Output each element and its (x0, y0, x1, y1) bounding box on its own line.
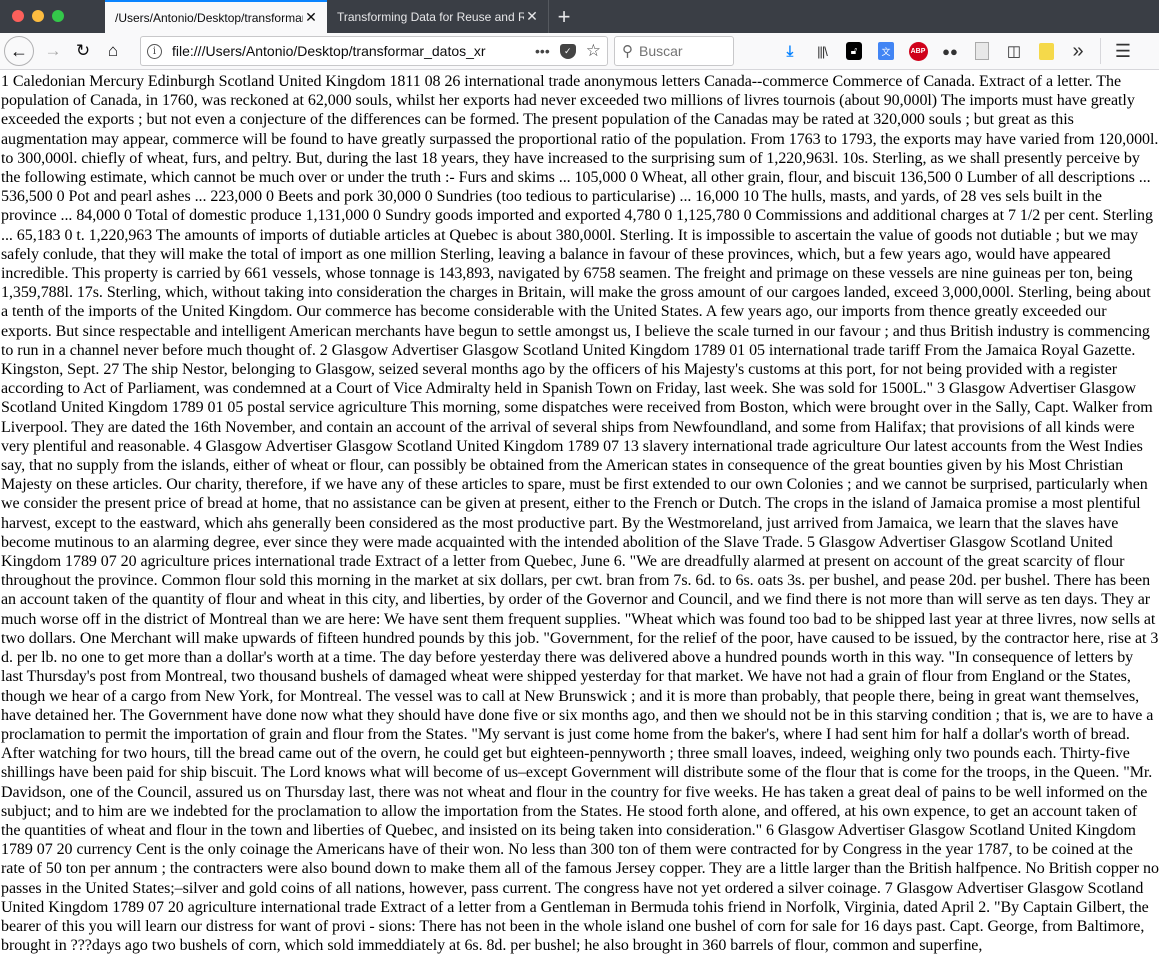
private-mask-icon[interactable]: ●● (934, 36, 966, 66)
menu-icon[interactable]: ☰ (1107, 36, 1139, 66)
search-input[interactable]: Buscar (639, 43, 683, 59)
adblock-plus-button[interactable]: ABP (902, 36, 934, 66)
download-icon[interactable]: ⤓ (774, 36, 806, 66)
adblock-plus-icon: ABP (908, 41, 928, 61)
translate-icon: 文 (878, 42, 894, 60)
back-arrow-icon: ← (10, 40, 28, 61)
overflow-chevron-icon[interactable]: » (1062, 36, 1094, 66)
navigation-toolbar: ← → ↻ ⌂ i file:///Users/Antonio/Desktop/… (0, 33, 1159, 70)
document-button[interactable] (966, 36, 998, 66)
document-text: 1 Caledonian Mercury Edinburgh Scotland … (1, 73, 1159, 955)
reload-button[interactable]: ↻ (68, 36, 98, 66)
forward-button[interactable]: → (38, 36, 68, 66)
page-actions-menu-icon[interactable]: ••• (535, 43, 550, 59)
reload-icon: ↻ (75, 41, 91, 60)
translate-button[interactable]: 文 (870, 36, 902, 66)
bookmark-star-icon[interactable]: ☆ (586, 41, 601, 61)
tab-title: /Users/Antonio/Desktop/transformar (115, 10, 303, 25)
tab-local-file[interactable]: /Users/Antonio/Desktop/transformar ✕ (105, 0, 327, 33)
lock-extension-icon: 🔓︎ (846, 42, 862, 60)
tab-strip: /Users/Antonio/Desktop/transformar ✕ Tra… (105, 0, 579, 33)
toolbar-icons: ⤓ |||\ 🔓︎ 文 ABP ●● ◫ » ☰ (774, 36, 1139, 66)
home-button[interactable]: ⌂ (98, 36, 128, 66)
pocket-icon[interactable]: ✓ (559, 43, 576, 59)
back-button[interactable]: ← (4, 36, 34, 66)
toolbar-separator (1100, 38, 1101, 64)
new-tab-button[interactable]: + (549, 0, 579, 33)
url-bar[interactable]: i file:///Users/Antonio/Desktop/transfor… (140, 36, 608, 66)
search-bar[interactable]: ⚲ Buscar (614, 36, 734, 66)
library-icon[interactable]: |||\ (806, 36, 838, 66)
sidebar-icon[interactable]: ◫ (998, 36, 1030, 66)
info-icon[interactable]: i (147, 43, 162, 59)
minimize-window-button[interactable] (32, 10, 44, 22)
sticky-note-button[interactable] (1030, 36, 1062, 66)
tab-title: Transforming Data for Reuse and Re (337, 9, 524, 24)
close-tab-icon[interactable]: ✕ (303, 9, 319, 26)
document-body: 1 Caledonian Mercury Edinburgh Scotland … (0, 70, 1159, 955)
search-icon: ⚲ (622, 43, 633, 60)
sticky-note-icon (1038, 42, 1054, 60)
lock-extension-button[interactable]: 🔓︎ (838, 36, 870, 66)
tab-transforming-data[interactable]: Transforming Data for Reuse and Re ✕ (327, 0, 549, 33)
forward-arrow-icon: → (44, 41, 62, 60)
home-icon: ⌂ (107, 41, 119, 60)
close-window-button[interactable] (12, 10, 24, 22)
url-input[interactable]: file:///Users/Antonio/Desktop/transforma… (172, 43, 535, 59)
title-bar: /Users/Antonio/Desktop/transformar ✕ Tra… (0, 0, 1159, 33)
page-actions: ••• ✓ ☆ (535, 41, 601, 61)
close-tab-icon[interactable]: ✕ (524, 8, 540, 25)
window-controls (12, 10, 64, 22)
maximize-window-button[interactable] (52, 10, 64, 22)
document-icon (975, 42, 989, 60)
